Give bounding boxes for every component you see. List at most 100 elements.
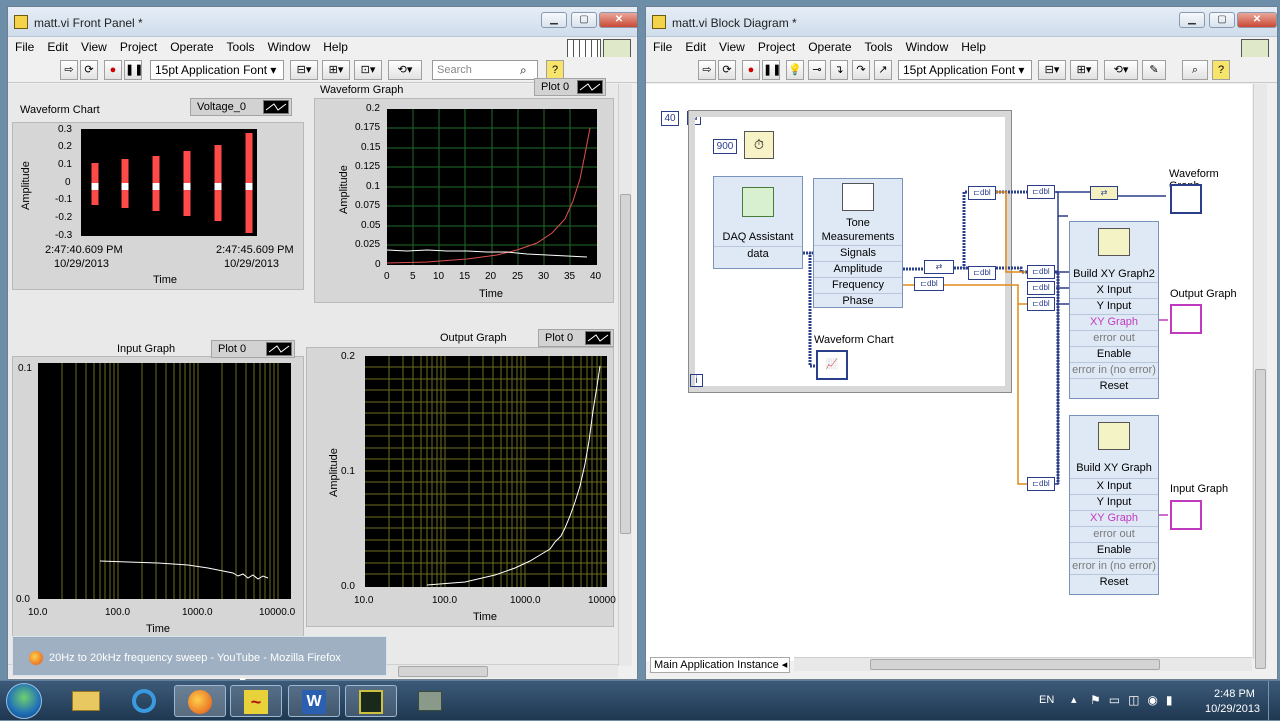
maximize-button[interactable]: ▢ (1209, 12, 1235, 28)
front-panel-titlebar[interactable]: matt.vi Front Panel * ▁ ▢ ✕ (8, 7, 637, 37)
taskbar-internet-explorer[interactable] (118, 685, 170, 717)
taskbar-labview[interactable]: ~ (230, 685, 282, 717)
input-graph-legend[interactable]: Plot 0 (211, 340, 295, 358)
distribute-objects-icon[interactable]: ⊞▾ (322, 60, 350, 80)
build-xy-graph2-node[interactable]: Build XY Graph2 X Input Y Input XY Graph… (1069, 221, 1159, 399)
reorder-icon[interactable]: ⟲▾ (1104, 60, 1138, 80)
step-over-icon[interactable]: ↷ (852, 60, 870, 80)
build-xy-graph-node[interactable]: Build XY Graph X Input Y Input XY Graph … (1069, 415, 1159, 595)
run-arrow-icon[interactable]: ⇨ (60, 60, 78, 80)
menu-window[interactable]: Window (899, 37, 955, 54)
menu-file[interactable]: File (646, 37, 678, 54)
block-diagram-titlebar[interactable]: matt.vi Block Diagram * ▁ ▢ ✕ (646, 7, 1277, 37)
align-objects-icon[interactable]: ⊟▾ (1038, 60, 1066, 80)
xy-error-out-terminal[interactable]: error out (1070, 330, 1158, 346)
language-indicator[interactable]: EN (1039, 694, 1054, 706)
menu-help[interactable]: Help (954, 37, 992, 54)
windows-start-button[interactable] (6, 683, 42, 719)
search-icon[interactable]: ⌕ (520, 63, 527, 78)
taskbar-word[interactable]: W (288, 685, 340, 717)
waveform-graph-terminal-icon[interactable] (1170, 184, 1202, 214)
menu-edit[interactable]: Edit (40, 37, 74, 54)
reorder-icon[interactable]: ⟲▾ (388, 60, 422, 80)
distribute-objects-icon[interactable]: ⊞▾ (1070, 60, 1098, 80)
close-button[interactable]: ✕ (599, 12, 637, 28)
highlight-execution-icon[interactable]: 💡 (786, 60, 804, 80)
menu-view[interactable]: View (712, 37, 751, 54)
xy-y-input-terminal[interactable]: Y Input (1070, 298, 1158, 314)
waveform-graph-plot[interactable] (387, 109, 597, 265)
input-graph-plot[interactable] (38, 363, 291, 599)
block-diagram-vscroll[interactable] (1253, 84, 1267, 669)
pause-icon[interactable]: ❚❚ (762, 60, 781, 80)
block-diagram-canvas[interactable]: 40 N i 900 ⏱ DAQ Assistant data Tone Mea… (646, 84, 1252, 661)
from-dds-node[interactable]: ⊏dbl (968, 186, 996, 200)
pause-icon[interactable]: ❚❚ (124, 60, 143, 80)
xy-enable-terminal[interactable]: Enable (1070, 346, 1158, 362)
run-arrow-icon[interactable]: ⇨ (698, 60, 716, 80)
to-dds-node[interactable]: ⊏dbl (1027, 281, 1055, 295)
merge-signals-node[interactable]: ⇄ (1090, 186, 1118, 200)
xy-reset-terminal[interactable]: Reset (1070, 378, 1158, 394)
waveform-chart-plot[interactable] (81, 129, 257, 236)
waveform-chart-legend[interactable]: Voltage_0 (190, 98, 292, 116)
clock-time[interactable]: 2:48 PM (1214, 688, 1255, 700)
font-select[interactable]: 15pt Application Font ▾ (898, 60, 1032, 80)
abort-icon[interactable]: ● (742, 60, 760, 80)
minimize-button[interactable]: ▁ (541, 12, 567, 28)
to-dds-node[interactable]: ⊏dbl (1027, 477, 1055, 491)
menu-operate[interactable]: Operate (801, 37, 857, 54)
menu-operate[interactable]: Operate (163, 37, 219, 54)
clock-date[interactable]: 10/29/2013 (1205, 703, 1260, 715)
taskbar-firefox[interactable] (174, 685, 226, 717)
align-objects-icon[interactable]: ⊟▾ (290, 60, 318, 80)
search-icon[interactable]: ⌕ (1182, 60, 1208, 80)
run-continuously-icon[interactable]: ⟳ (718, 60, 736, 80)
xy-reset-terminal[interactable]: Reset (1070, 574, 1158, 590)
xy-enable-terminal[interactable]: Enable (1070, 542, 1158, 558)
block-diagram-hscroll[interactable] (794, 657, 1252, 671)
to-dds-node[interactable]: ⊏dbl (1027, 265, 1055, 279)
minimize-button[interactable]: ▁ (1179, 12, 1205, 28)
menu-window[interactable]: Window (261, 37, 317, 54)
menu-tools[interactable]: Tools (858, 37, 899, 54)
help-icon[interactable]: ? (1212, 60, 1230, 80)
xy-x-input-terminal[interactable]: X Input (1070, 282, 1158, 298)
xy-graph-terminal[interactable]: XY Graph (1070, 510, 1158, 526)
tray-icons[interactable]: ⚑▭◫◉▮ (1090, 693, 1181, 707)
to-dds-node[interactable]: ⊏dbl (1027, 297, 1055, 311)
merge-signals-node[interactable]: ⇄ (924, 260, 954, 274)
step-out-icon[interactable]: ↗ (874, 60, 892, 80)
from-dds-node[interactable]: ⊏dbl (968, 266, 996, 280)
front-panel-vscroll[interactable] (618, 84, 632, 666)
retain-wire-values-icon[interactable]: ⊸ (808, 60, 826, 80)
menu-help[interactable]: Help (316, 37, 354, 54)
taskbar-app[interactable] (405, 685, 457, 717)
xy-error-in-terminal[interactable]: error in (no error) (1070, 362, 1158, 378)
menu-tools[interactable]: Tools (220, 37, 261, 54)
help-icon[interactable]: ? (546, 60, 564, 80)
output-graph-legend[interactable]: Plot 0 (538, 329, 614, 347)
abort-icon[interactable]: ● (104, 60, 122, 80)
maximize-button[interactable]: ▢ (571, 12, 597, 28)
xy-y-input-terminal[interactable]: Y Input (1070, 494, 1158, 510)
close-button[interactable]: ✕ (1237, 12, 1277, 28)
xy-graph-terminal[interactable]: XY Graph (1070, 314, 1158, 330)
menu-project[interactable]: Project (751, 37, 801, 54)
menu-file[interactable]: File (8, 37, 40, 54)
cleanup-diagram-icon[interactable]: ✎ (1142, 60, 1166, 80)
to-dds-node[interactable]: ⊏dbl (1027, 185, 1055, 199)
menu-project[interactable]: Project (113, 37, 163, 54)
taskbar-explorer[interactable] (60, 685, 112, 717)
menu-edit[interactable]: Edit (678, 37, 712, 54)
run-continuously-icon[interactable]: ⟳ (80, 60, 98, 80)
xy-error-out-terminal[interactable]: error out (1070, 526, 1158, 542)
xy-x-input-terminal[interactable]: X Input (1070, 478, 1158, 494)
menu-view[interactable]: View (74, 37, 113, 54)
from-dds-node[interactable]: ⊏dbl (914, 277, 944, 291)
xy-error-in-terminal[interactable]: error in (no error) (1070, 558, 1158, 574)
taskbar-preview-popup[interactable]: 20Hz to 20kHz frequency sweep - YouTube … (12, 636, 387, 676)
show-hidden-icons[interactable]: ▴ (1071, 693, 1077, 706)
taskbar-media[interactable] (345, 685, 397, 717)
font-select[interactable]: 15pt Application Font ▾ (150, 60, 284, 80)
